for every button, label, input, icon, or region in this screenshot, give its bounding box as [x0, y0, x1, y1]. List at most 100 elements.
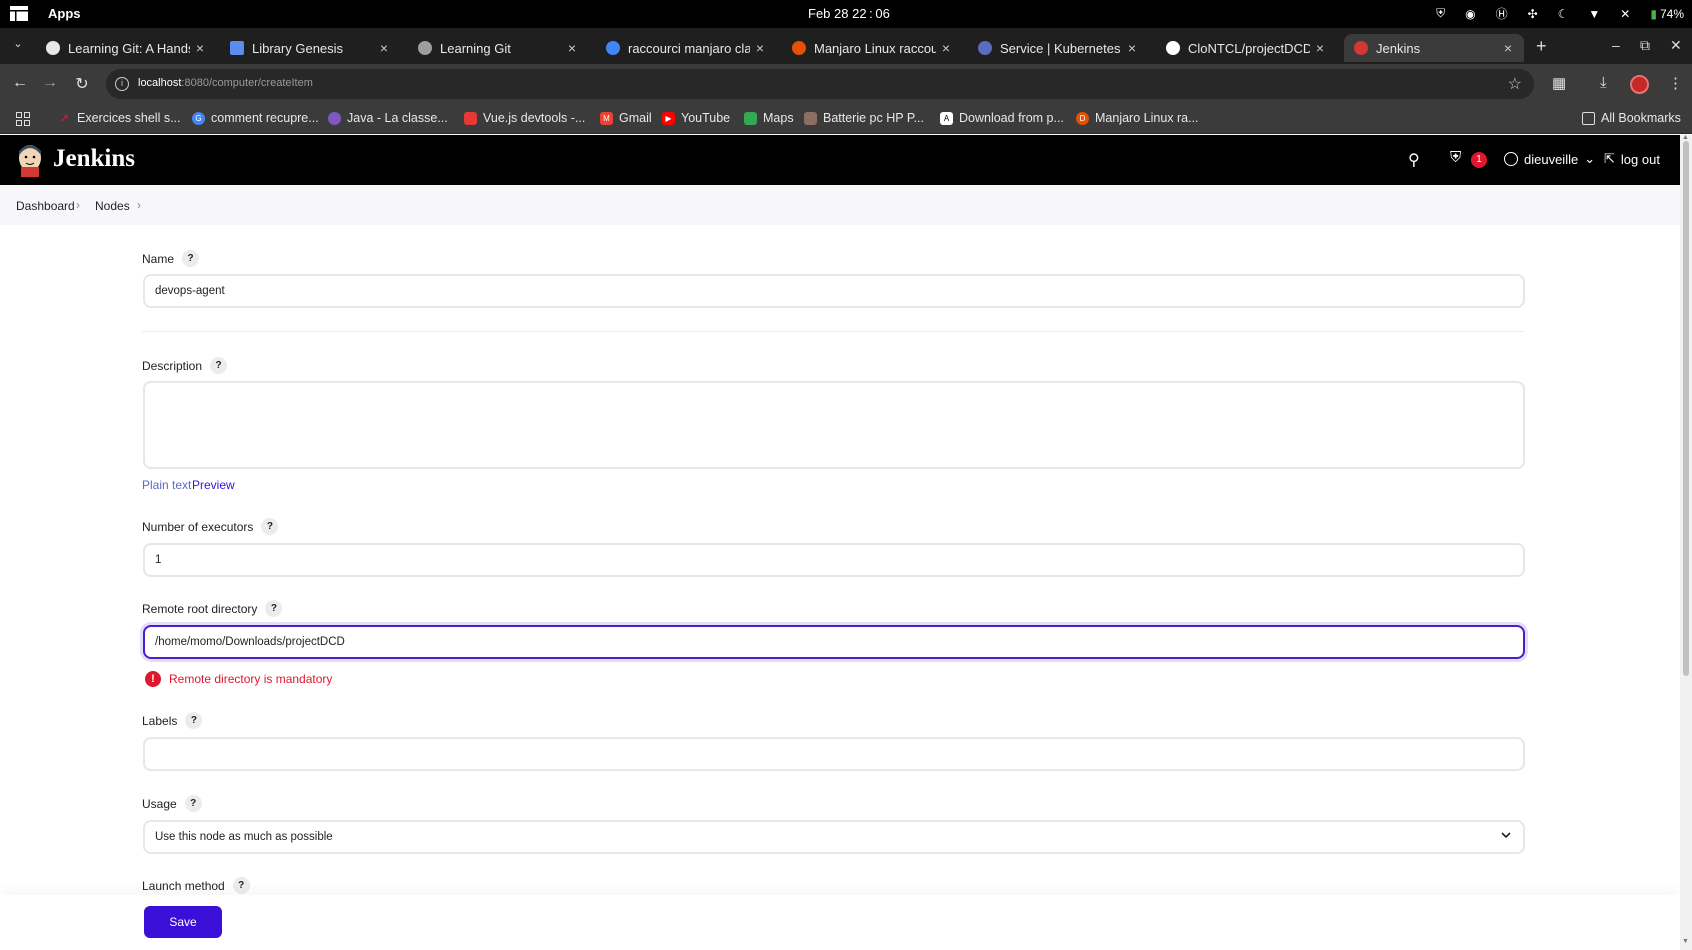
vpn-shield-icon[interactable]: ⛨: [1436, 6, 1445, 21]
close-tab-icon[interactable]: ×: [190, 40, 210, 56]
browser-toolbar: ← → ↻ i localhost:8080/computer/createIt…: [0, 64, 1692, 104]
wifi-icon[interactable]: ▼: [1588, 7, 1600, 21]
h-circle-icon[interactable]: Ⓗ: [1496, 5, 1508, 22]
restore-window-icon[interactable]: ⧉: [1640, 37, 1650, 54]
download-icon[interactable]: ⤓: [1600, 74, 1607, 91]
labels-input[interactable]: [143, 737, 1525, 771]
discord-icon[interactable]: ◉: [1465, 7, 1475, 21]
tab-title: Learning Git: A Hands-On: [68, 40, 190, 56]
close-tab-icon[interactable]: ×: [750, 40, 770, 56]
accessibility-icon[interactable]: ✣: [1528, 7, 1538, 21]
jenkins-header: Jenkins ⚲ ⛨ 1 dieuveille ⌄ ⇱ log out: [0, 135, 1680, 185]
site-info-icon[interactable]: i: [115, 77, 129, 91]
bookmark-item[interactable]: ▶ YouTube: [662, 111, 730, 125]
system-tray: ⛨ ◉ Ⓗ ✣ ☾ ▼ ✕ ▮ 74%: [1436, 5, 1684, 22]
bookmark-favicon-icon: [464, 111, 477, 125]
close-tab-icon[interactable]: ×: [936, 40, 956, 56]
apps-menu-label[interactable]: Apps: [48, 6, 81, 21]
tab-jenkins[interactable]: Jenkins ×: [1344, 34, 1524, 62]
executors-input[interactable]: 1: [143, 543, 1525, 577]
help-icon[interactable]: ?: [182, 250, 200, 267]
bookmark-label: YouTube: [681, 111, 731, 125]
user-menu[interactable]: dieuveille ⌄: [1504, 151, 1595, 167]
forward-arrow-icon[interactable]: →: [40, 74, 60, 92]
tab-learning-git[interactable]: Learning Git ×: [408, 34, 588, 62]
save-button[interactable]: Save: [144, 906, 222, 938]
battery-indicator[interactable]: ▮ 74%: [1650, 7, 1684, 21]
bookmark-star-icon[interactable]: ☆: [1508, 74, 1522, 94]
name-input[interactable]: devops-agent: [143, 274, 1525, 308]
extensions-puzzle-icon[interactable]: ▦: [1552, 74, 1566, 92]
breadcrumb-dashboard[interactable]: Dashboard: [16, 199, 75, 213]
profile-avatar[interactable]: [1630, 75, 1649, 94]
help-icon[interactable]: ?: [261, 518, 279, 535]
tab-learning-git-hands-on[interactable]: Learning Git: A Hands-On ×: [36, 34, 216, 62]
help-icon[interactable]: ?: [184, 795, 202, 812]
all-bookmarks-button[interactable]: All Bookmarks: [1582, 111, 1681, 125]
bookmark-item[interactable]: M Gmail: [600, 111, 652, 125]
browser-menu-icon[interactable]: ⋮: [1668, 74, 1683, 92]
tab-raccourci-manjaro[interactable]: raccourci manjaro clavier ×: [596, 34, 776, 62]
bookmark-item[interactable]: Gcomment recupre...: [192, 111, 319, 125]
tab-github-projectdcd[interactable]: CloNTCL/projectDCD ×: [1156, 34, 1336, 62]
logout-label: log out: [1620, 151, 1660, 167]
close-window-icon[interactable]: ✕: [1670, 37, 1682, 54]
close-tab-icon[interactable]: ×: [374, 40, 394, 56]
night-mode-icon[interactable]: ☾: [1558, 7, 1569, 21]
tab-search-chevron-icon[interactable]: ⌄: [8, 37, 28, 55]
address-bar[interactable]: i localhost:8080/computer/createItem ☆: [106, 69, 1534, 99]
apps-grid-icon[interactable]: [10, 6, 28, 21]
preview-link[interactable]: Preview: [192, 478, 235, 492]
plain-text-link[interactable]: Plain text: [142, 478, 191, 492]
help-icon[interactable]: ?: [232, 877, 250, 894]
usage-select[interactable]: Use this node as much as possible: [143, 820, 1525, 854]
bookmark-label: Maps: [763, 111, 794, 125]
reload-icon[interactable]: ↻: [72, 74, 92, 94]
close-tab-icon[interactable]: ×: [562, 40, 582, 56]
close-tab-icon[interactable]: ×: [1122, 40, 1142, 56]
bookmark-item[interactable]: D Manjaro Linux ra...: [1076, 111, 1199, 125]
system-clock[interactable]: Feb 28 22 : 06: [808, 6, 890, 21]
security-shield-icon[interactable]: ⛨: [1450, 149, 1461, 166]
remote-root-label-text: Remote root directory: [142, 601, 258, 616]
breadcrumb-chevron-icon[interactable]: ›: [137, 198, 141, 212]
url-text[interactable]: localhost:8080/computer/createItem: [138, 77, 313, 89]
launch-method-label-text: Launch method: [142, 878, 225, 893]
close-tab-icon[interactable]: ×: [1498, 40, 1518, 56]
logout-icon: ⇱: [1604, 151, 1615, 166]
description-textarea[interactable]: [143, 381, 1525, 469]
new-tab-plus-icon[interactable]: +: [1536, 36, 1547, 57]
security-badge[interactable]: 1: [1471, 152, 1487, 168]
apps-grid-icon[interactable]: [16, 112, 30, 126]
help-icon[interactable]: ?: [185, 712, 203, 729]
scroll-up-arrow-icon[interactable]: ▲: [1682, 134, 1689, 141]
search-icon[interactable]: ⚲: [1408, 150, 1420, 170]
bookmark-item[interactable]: Java - La classe...: [328, 111, 448, 125]
tab-library-genesis[interactable]: Library Genesis ×: [220, 34, 400, 62]
bookmark-item[interactable]: ➚ Exercices shell s...: [58, 111, 180, 125]
remote-root-input[interactable]: /home/momo/Downloads/projectDCD: [143, 625, 1525, 659]
help-icon[interactable]: ?: [210, 357, 228, 374]
logout-link[interactable]: ⇱ log out: [1604, 151, 1660, 167]
jenkins-title[interactable]: Jenkins: [53, 145, 135, 173]
close-tab-icon[interactable]: ×: [1310, 40, 1330, 56]
bookmark-item[interactable]: Batterie pc HP P...: [804, 111, 924, 125]
back-arrow-icon[interactable]: ←: [10, 74, 30, 92]
scroll-down-arrow-icon[interactable]: ▼: [1682, 938, 1689, 945]
tab-manjaro-linux[interactable]: Manjaro Linux raccourci ×: [782, 34, 962, 62]
tab-service-kubernetes[interactable]: Service | Kubernetes ×: [968, 34, 1148, 62]
user-icon: [1504, 152, 1518, 166]
minimize-icon[interactable]: –: [1612, 37, 1620, 53]
scrollbar-thumb[interactable]: [1683, 141, 1689, 676]
breadcrumb-nodes[interactable]: Nodes: [95, 199, 130, 213]
bookmark-item[interactable]: Maps: [744, 111, 794, 125]
mute-icon[interactable]: ✕: [1620, 7, 1630, 21]
help-icon[interactable]: ?: [265, 600, 283, 617]
bookmark-item[interactable]: A Download from p...: [940, 111, 1064, 125]
bookmark-label: comment recupre...: [211, 111, 319, 125]
page-scrollbar[interactable]: ▲ ▼: [1680, 134, 1692, 950]
bookmark-favicon-icon: [804, 111, 817, 125]
bookmark-item[interactable]: Vue.js devtools -...: [464, 111, 585, 125]
name-input-value: devops-agent: [155, 285, 225, 297]
jenkins-logo-icon[interactable]: [16, 143, 44, 177]
